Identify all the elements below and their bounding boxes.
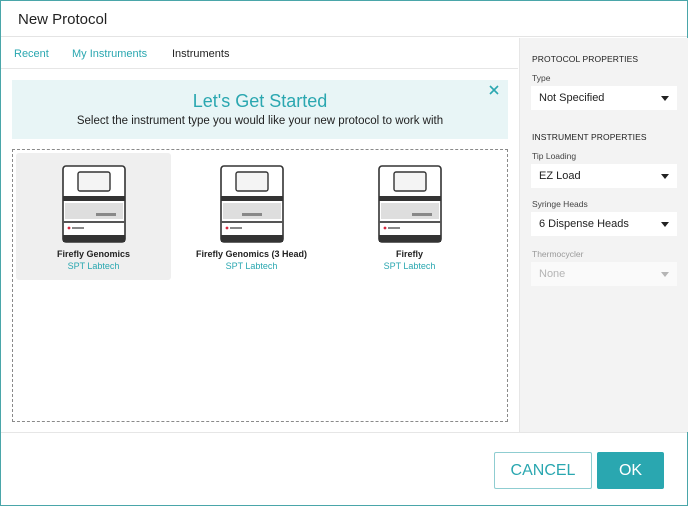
thermocycler-label: Thermocycler (532, 249, 584, 259)
thermocycler-value: None (539, 268, 566, 280)
dialog-title: New Protocol (18, 11, 108, 28)
ok-button[interactable]: OK (597, 452, 664, 489)
banner-subtitle: Select the instrument type you would lik… (76, 115, 444, 127)
syringe-heads-select[interactable]: 6 Dispense Heads (531, 212, 677, 236)
instrument-name: Firefly Genomics (3 Head) (195, 249, 308, 259)
dialog-footer: CANCEL OK (1, 432, 687, 505)
instrument-icon (61, 165, 126, 243)
tab-recent[interactable]: Recent (14, 48, 49, 60)
title-bar: New Protocol (1, 1, 687, 37)
chevron-down-icon (661, 272, 669, 277)
instrument-name: Firefly (395, 249, 423, 259)
instrument-maker: SPT Labtech (67, 261, 120, 271)
instrument-maker: SPT Labtech (383, 261, 436, 271)
tab-instruments[interactable]: Instruments (172, 48, 229, 60)
syringe-heads-value: 6 Dispense Heads (539, 218, 629, 230)
tip-loading-value: EZ Load (539, 170, 581, 182)
instrument-grid: Firefly Genomics SPT Labtech Firefly Gen… (12, 149, 508, 422)
instrument-icon (377, 165, 442, 243)
thermocycler-select: None (531, 262, 677, 286)
type-label: Type (532, 73, 551, 83)
type-value: Not Specified (539, 92, 605, 104)
instrument-maker: SPT Labtech (225, 261, 278, 271)
tip-loading-label: Tip Loading (532, 151, 577, 161)
instrument-card-firefly[interactable]: Firefly SPT Labtech (332, 153, 487, 280)
chevron-down-icon (661, 174, 669, 179)
tab-bar: Recent My Instruments Instruments (1, 38, 518, 69)
tip-loading-select[interactable]: EZ Load (531, 164, 677, 188)
banner-headline: Let's Get Started (192, 91, 328, 111)
getting-started-banner: Let's Get Started Select the instrument … (12, 80, 508, 139)
tab-my-instruments[interactable]: My Instruments (72, 48, 147, 60)
chevron-down-icon (661, 222, 669, 227)
close-icon[interactable] (488, 84, 500, 96)
cancel-button[interactable]: CANCEL (494, 452, 592, 489)
properties-panel: PROTOCOL PROPERTIES Type Not Specified I… (519, 38, 688, 432)
new-protocol-dialog: New Protocol Recent My Instruments Instr… (0, 0, 688, 506)
instrument-card-firefly-genomics-3-head[interactable]: Firefly Genomics (3 Head) SPT Labtech (174, 153, 329, 280)
protocol-properties-heading: PROTOCOL PROPERTIES (532, 54, 639, 64)
type-select[interactable]: Not Specified (531, 86, 677, 110)
instrument-icon (219, 165, 284, 243)
chevron-down-icon (661, 96, 669, 101)
instrument-properties-heading: INSTRUMENT PROPERTIES (532, 132, 647, 142)
instrument-name: Firefly Genomics (56, 249, 131, 259)
syringe-heads-label: Syringe Heads (532, 199, 588, 209)
instrument-card-firefly-genomics[interactable]: Firefly Genomics SPT Labtech (16, 153, 171, 280)
